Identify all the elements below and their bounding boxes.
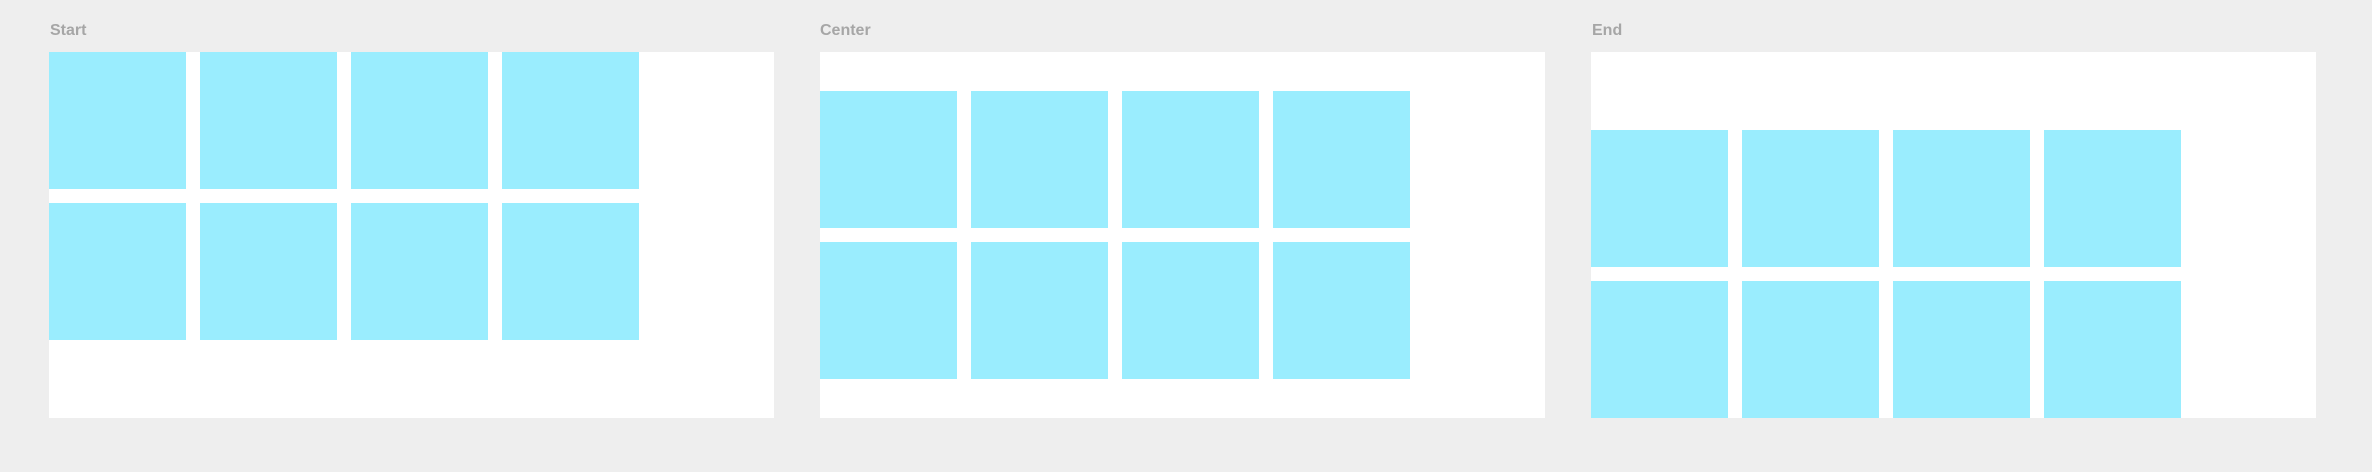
grid-cell [200,52,337,189]
frame-center [820,52,1545,418]
grid-cell [820,91,957,228]
grid-cell [1591,281,1728,418]
panel-label-center: Center [820,22,871,39]
grid-start [49,52,639,340]
grid-cell [2044,130,2181,267]
panel-label-start: Start [50,22,87,39]
grid-cell [2044,281,2181,418]
grid-cell [351,203,488,340]
grid-cell [200,203,337,340]
grid-end [1591,130,2181,418]
grid-cell [49,52,186,189]
grid-cell [1591,130,1728,267]
grid-cell [1893,130,2030,267]
grid-cell [502,203,639,340]
grid-cell [971,91,1108,228]
frame-start [49,52,774,418]
grid-cell [1742,130,1879,267]
panel-label-end: End [1592,22,1623,39]
grid-cell [1742,281,1879,418]
grid-cell [1122,242,1259,379]
grid-cell [502,52,639,189]
grid-cell [49,203,186,340]
grid-cell [351,52,488,189]
grid-center [820,91,1410,379]
grid-cell [1273,242,1410,379]
grid-cell [1893,281,2030,418]
frame-end [1591,52,2316,418]
grid-cell [820,242,957,379]
grid-cell [1122,91,1259,228]
grid-cell [1273,91,1410,228]
grid-cell [971,242,1108,379]
